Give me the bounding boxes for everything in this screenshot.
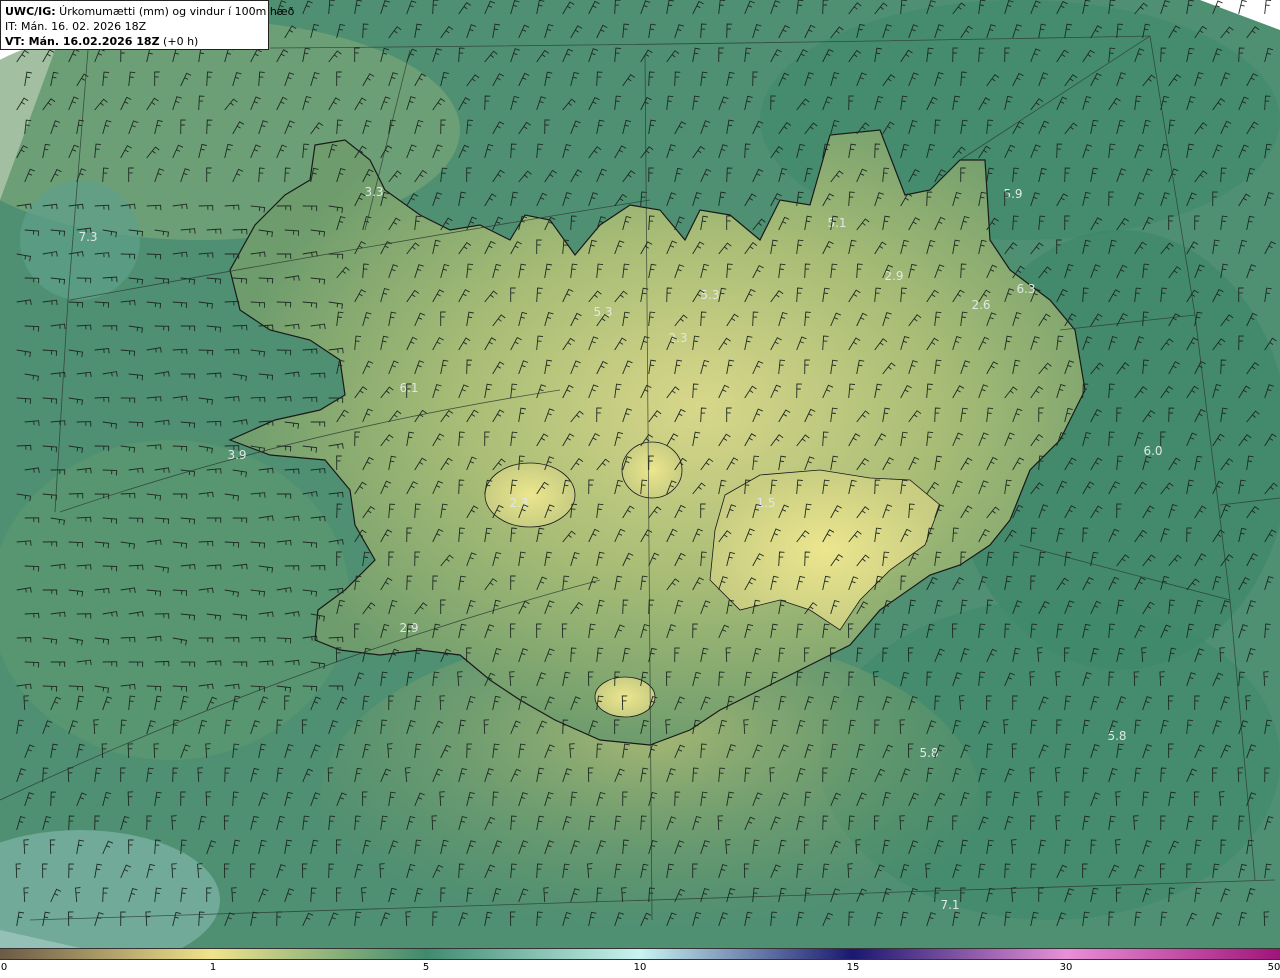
color-scale-label: 10 — [633, 962, 647, 973]
precip-value-label: 6.1 — [399, 381, 418, 395]
color-scale-label: 0 — [0, 962, 8, 973]
precip-value-label: 1.5 — [756, 496, 775, 510]
precip-value-label: 2.9 — [399, 621, 418, 635]
valid-time: VT: Mán. 16.02.2026 18Z — [5, 35, 160, 48]
glacier-hofsjokull — [621, 441, 683, 499]
map-title-box: UWC/IG: Úrkomumætti (mm) og vindur í 100… — [0, 0, 294, 50]
precip-value-label: 6.0 — [1143, 444, 1162, 458]
product-title-row: UWC/IG: Úrkomumætti (mm) og vindur í 100… — [5, 4, 294, 19]
precip-value-label: 5.1 — [827, 216, 846, 230]
shading-zone — [0, 440, 350, 760]
lead-time: (+0 h) — [159, 35, 199, 48]
color-scale-label: 1 — [209, 962, 217, 973]
color-scale-bar — [0, 948, 1280, 960]
precip-value-label: 3.3 — [364, 185, 383, 199]
glacier-langjokull — [484, 462, 576, 528]
precip-value-label: 6.3 — [1016, 282, 1035, 296]
color-scale-label: 15 — [846, 962, 860, 973]
precip-value-label: 7.1 — [940, 898, 959, 912]
issue-time: IT: Mán. 16. 02. 2026 18Z — [5, 20, 147, 33]
precip-value-label: 7.3 — [78, 230, 97, 244]
glacier-myrdalsjokull — [594, 676, 656, 718]
color-scale-label: 5 — [422, 962, 430, 973]
precip-value-label: 3.9 — [227, 448, 246, 462]
product-description: Úrkomumætti (mm) og vindur í 100m hæð — [55, 5, 295, 18]
precip-value-label: 2.6 — [971, 298, 990, 312]
color-scale-label: 50 — [1267, 962, 1280, 973]
color-scale-labels: 0 1 5 10 15 30 50 — [0, 962, 1280, 978]
product-code: UWC/IG: — [5, 5, 56, 18]
precip-value-label: 5.8 — [1107, 729, 1126, 743]
precip-value-label: 2.3 — [509, 496, 528, 510]
precip-value-label: 5.9 — [1003, 187, 1022, 201]
precipitation-map: 3.37.35.95.12.96.32.65.35.32.36.13.9 6.02… — [0, 0, 1280, 948]
precip-value-label: 2.9 — [884, 269, 903, 283]
color-scale-label: 30 — [1059, 962, 1073, 973]
precip-value-label: 5.8 — [919, 746, 938, 760]
precip-value-label: 5.3 — [700, 288, 719, 302]
valid-time-row: VT: Mán. 16.02.2026 18Z (+0 h) — [5, 34, 264, 49]
